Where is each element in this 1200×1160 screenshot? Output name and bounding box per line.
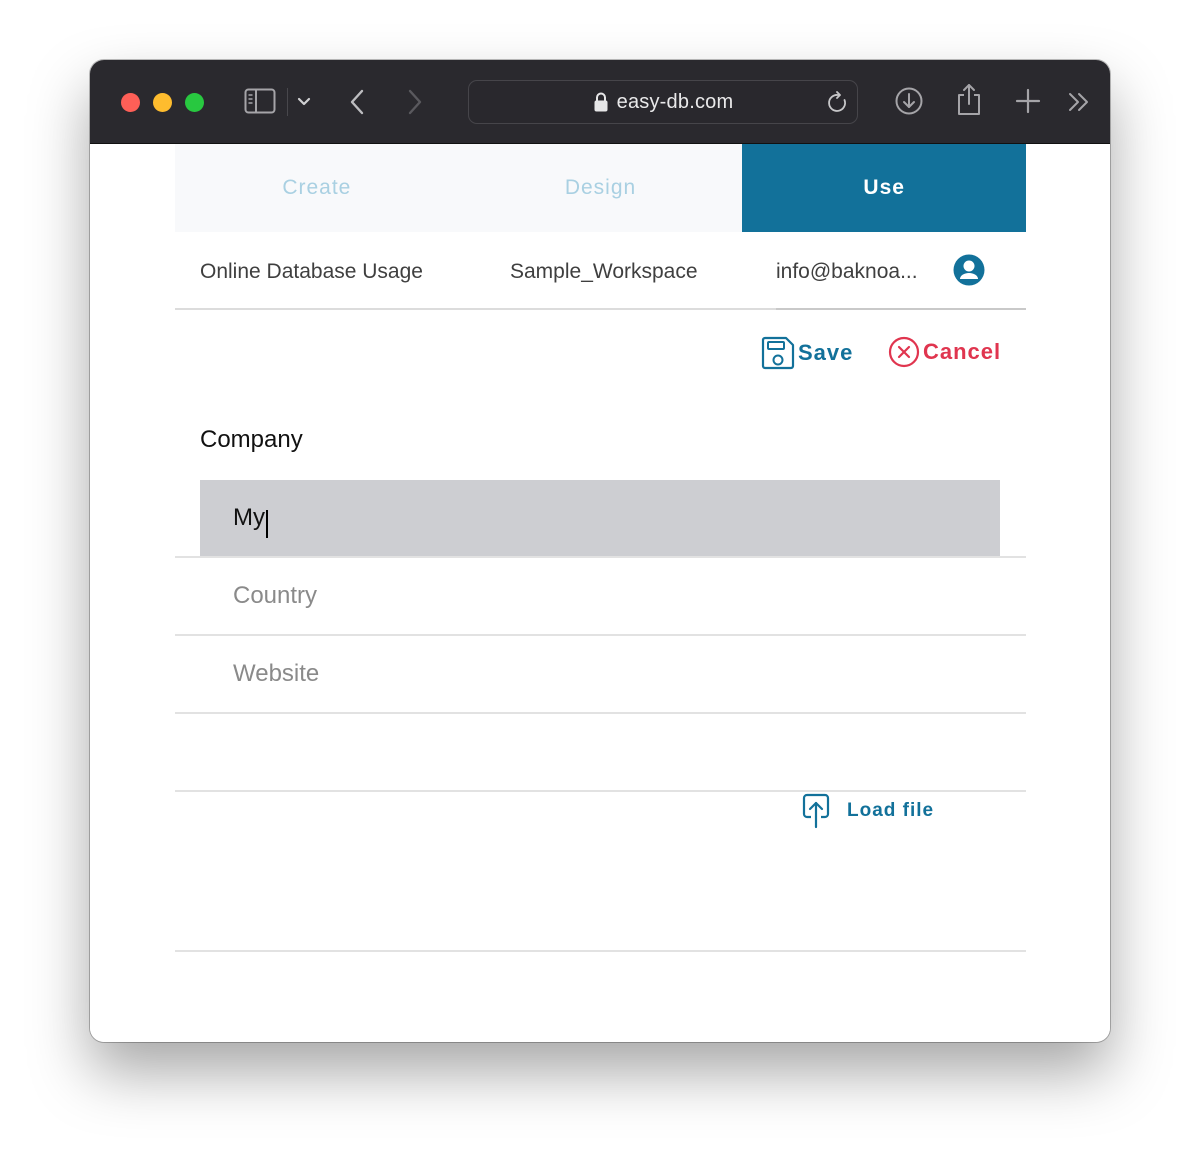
- country-input[interactable]: [175, 558, 1026, 634]
- reload-icon[interactable]: [825, 90, 851, 116]
- share-icon[interactable]: [954, 82, 984, 118]
- breadcrumb-app[interactable]: Online Database Usage: [200, 260, 423, 284]
- user-underline: [776, 308, 1026, 310]
- address-bar[interactable]: easy-db.com: [468, 80, 858, 124]
- text-caret: [266, 510, 268, 538]
- mode-tabs: Create Design Use: [175, 144, 1027, 232]
- country-field[interactable]: [175, 558, 1026, 634]
- page-content: Create Design Use Online Database Usage …: [90, 144, 1110, 1042]
- company-input[interactable]: [200, 480, 1000, 556]
- company-section-label: Company: [200, 426, 303, 453]
- download-icon[interactable]: [894, 86, 924, 116]
- double-chevron-right-icon[interactable]: [1066, 90, 1092, 114]
- website-field[interactable]: [175, 636, 1026, 712]
- zoom-window-button[interactable]: [185, 93, 204, 112]
- save-icon: [761, 336, 795, 370]
- save-label: Save: [798, 340, 854, 365]
- close-window-button[interactable]: [121, 93, 140, 112]
- cancel-button[interactable]: Cancel: [888, 336, 1001, 368]
- breadcrumb-workspace[interactable]: Sample_Workspace: [510, 260, 698, 284]
- save-button[interactable]: Save: [761, 336, 853, 370]
- chevron-left-icon[interactable]: [346, 88, 368, 116]
- lock-icon: [593, 91, 609, 113]
- load-file-label: Load file: [847, 800, 935, 821]
- browser-window: easy-db.com Create Design Use Online Dat…: [90, 60, 1110, 1042]
- cancel-icon: [888, 336, 920, 368]
- upload-icon: [802, 793, 830, 829]
- website-input[interactable]: [175, 636, 1026, 712]
- footer-divider: [175, 950, 1026, 952]
- breadcrumb: Online Database Usage Sample_Workspace i…: [175, 232, 1026, 310]
- chevron-down-icon[interactable]: [296, 92, 312, 112]
- tab-design[interactable]: Design: [458, 144, 743, 232]
- plus-icon[interactable]: [1014, 87, 1042, 115]
- browser-toolbar: easy-db.com: [90, 60, 1110, 144]
- user-avatar-icon[interactable]: [953, 254, 985, 286]
- sidebar-icon[interactable]: [244, 88, 276, 114]
- load-file-button[interactable]: Load file: [802, 793, 934, 829]
- user-email[interactable]: info@baknoa...: [776, 260, 918, 284]
- chevron-right-icon[interactable]: [404, 88, 426, 116]
- divider: [175, 790, 1026, 792]
- tab-use[interactable]: Use: [742, 144, 1027, 232]
- toolbar-divider: [287, 88, 288, 116]
- cancel-label: Cancel: [923, 339, 1002, 364]
- divider: [175, 712, 1026, 714]
- tab-create[interactable]: Create: [175, 144, 459, 232]
- url-text: easy-db.com: [616, 90, 734, 113]
- minimize-window-button[interactable]: [153, 93, 172, 112]
